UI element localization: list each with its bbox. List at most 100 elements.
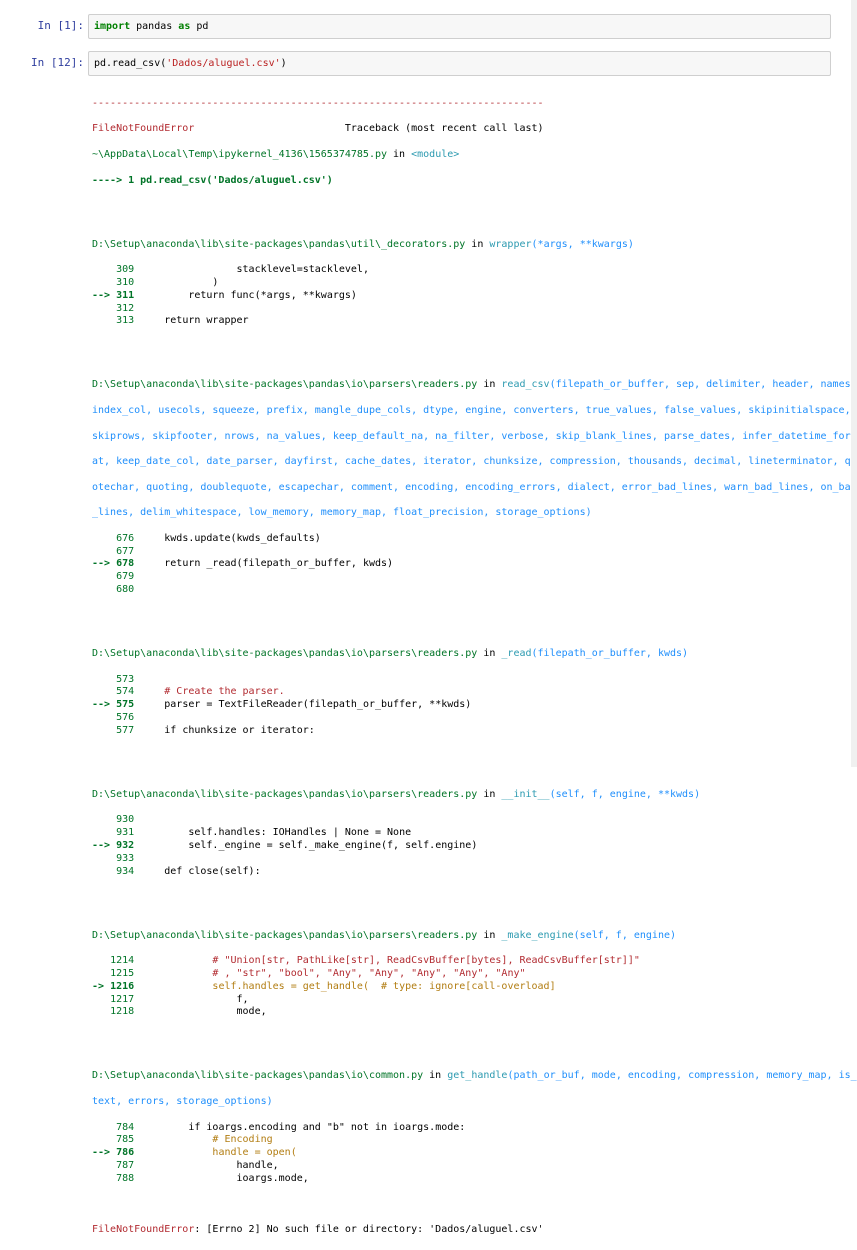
func-name: __init__ (501, 788, 550, 800)
line-code: self._engine = self._make_engine(f, self… (140, 840, 478, 852)
file-path: D:\Setup\anaconda\lib\site-packages\pand… (92, 238, 466, 250)
final-error-line: FileNotFoundError: [Errno 2] No such fil… (92, 1224, 832, 1237)
line-marker (92, 994, 110, 1005)
func-signature: skiprows, skipfooter, nrows, na_values, … (92, 430, 857, 442)
source-line: 1217 f, (92, 994, 832, 1007)
line-code: ) (140, 276, 219, 288)
source-line: --> 786 handle = open( (92, 1147, 832, 1160)
line-code: return func(*args, **kwargs) (140, 289, 357, 301)
line-number: 676 (116, 532, 135, 544)
code-cell-1[interactable]: In [1]: import pandas as pd (0, 14, 857, 41)
line-code: # "Union[str, PathLike[str], ReadCsvBuff… (140, 955, 640, 967)
source-line: 784 if ioargs.encoding and "b" not in io… (92, 1122, 832, 1135)
source-line: 679 (92, 571, 832, 584)
line-code: if ioargs.encoding and "b" not in ioargs… (140, 1121, 466, 1133)
line-marker (92, 686, 116, 697)
line-number: 311 (116, 289, 135, 301)
source-line: 931 self.handles: IOHandles | None = Non… (92, 827, 832, 840)
file-path: D:\Setup\anaconda\lib\site-packages\pand… (92, 929, 478, 941)
cell-prompt: In [12]: (31, 56, 84, 69)
func-signature: otechar, quoting, doublequote, escapecha… (92, 481, 857, 493)
source-line: 577 if chunksize or iterator: (92, 725, 832, 738)
line-code: parser = TextFileReader(filepath_or_buff… (140, 699, 472, 711)
line-marker: -> (92, 980, 111, 992)
source-line: 788 ioargs.mode, (92, 1173, 832, 1186)
line-marker: --> (92, 840, 117, 852)
line-marker (92, 1173, 116, 1184)
traceback-output: ----------------------------------------… (92, 85, 857, 1250)
func-name: read_csv (501, 379, 550, 391)
line-marker (92, 1122, 116, 1133)
line-marker: --> (92, 699, 117, 711)
code-keyword: as (178, 21, 191, 32)
line-marker (92, 814, 116, 825)
func-signature: (filepath_or_buffer, sep, delimiter, hea… (549, 379, 857, 391)
func-signature: at, keep_date_col, date_parser, dayfirst… (92, 456, 857, 468)
line-marker (92, 866, 116, 877)
source-line: 677 (92, 546, 832, 559)
frame-header: D:\Setup\anaconda\lib\site-packages\pand… (92, 379, 857, 392)
line-code: kwds.update(kwds_defaults) (140, 532, 321, 544)
scrollbar[interactable] (851, 0, 857, 767)
line-code: if chunksize or iterator: (140, 724, 315, 736)
frame-header: D:\Setup\anaconda\lib\site-packages\pand… (92, 789, 832, 802)
code-text: pd.read_csv( (94, 58, 167, 69)
source-line: 573 (92, 674, 832, 687)
code-text: pd (190, 21, 209, 32)
line-marker: --> (92, 1147, 117, 1159)
func-name: get_handle (447, 1070, 508, 1082)
line-marker (92, 571, 116, 582)
line-number: 309 (116, 264, 135, 276)
func-signature: (self, f, engine) (573, 929, 677, 941)
line-code: return wrapper (140, 315, 249, 327)
line-marker (92, 712, 116, 723)
line-code: stacklevel=stacklevel, (140, 264, 369, 276)
func-name: _read (501, 648, 532, 660)
source-line: 1215 # , "str", "bool", "Any", "Any", "A… (92, 968, 832, 981)
line-number: 678 (116, 558, 135, 570)
file-path: D:\Setup\anaconda\lib\site-packages\pand… (92, 379, 478, 391)
source-line: -> 1216 self.handles = get_handle( # typ… (92, 981, 832, 994)
line-marker (92, 315, 116, 326)
line-code: # , "str", "bool", "Any", "Any", "Any", … (140, 967, 526, 979)
source-line: 312 (92, 303, 832, 316)
line-marker: --> (92, 558, 117, 570)
func-signature: (self, f, engine, **kwds) (549, 788, 701, 800)
line-code: self.handles = get_handle( # type: ignor… (140, 980, 556, 992)
func-signature: (filepath_or_buffer, kwds) (531, 648, 689, 660)
func-signature: _lines, delim_whitespace, low_memory, me… (92, 507, 592, 519)
code-cell-2[interactable]: In [12]: pd.read_csv('Dados/aluguel.csv'… (0, 51, 857, 78)
code-input[interactable]: import pandas as pd (88, 14, 831, 39)
line-number: 933 (116, 852, 135, 864)
line-marker (92, 277, 116, 288)
in-text: in (477, 929, 502, 941)
source-line: 1218 mode, (92, 1006, 832, 1019)
line-number: 573 (116, 673, 135, 685)
file-path: ~\AppData\Local\Temp\ipykernel_4136\1565… (92, 148, 388, 160)
source-line: --> 678 return _read(filepath_or_buffer,… (92, 558, 832, 571)
source-line: --> 932 self._engine = self._make_engine… (92, 840, 832, 853)
line-number: 931 (116, 827, 135, 839)
line-number: 680 (116, 584, 135, 596)
line-code: ioargs.mode, (140, 1172, 309, 1184)
line-marker (92, 968, 110, 979)
line-number: 313 (116, 315, 135, 327)
code-input[interactable]: pd.read_csv('Dados/aluguel.csv') (88, 51, 831, 76)
line-number: 575 (116, 699, 135, 711)
line-code: handle, (140, 1159, 279, 1171)
func-signature: index_col, usecols, squeeze, prefix, man… (92, 404, 851, 416)
source-line: 680 (92, 584, 832, 597)
file-path: D:\Setup\anaconda\lib\site-packages\pand… (92, 1070, 424, 1082)
line-number: 787 (116, 1159, 135, 1171)
frame-header: D:\Setup\anaconda\lib\site-packages\pand… (92, 1070, 857, 1083)
line-code: def close(self): (140, 865, 261, 877)
line-marker (92, 584, 116, 595)
in-text: in (387, 148, 412, 160)
in-text: in (465, 238, 490, 250)
line-code: mode, (140, 1006, 267, 1018)
code-string: 'Dados/aluguel.csv' (166, 58, 281, 69)
